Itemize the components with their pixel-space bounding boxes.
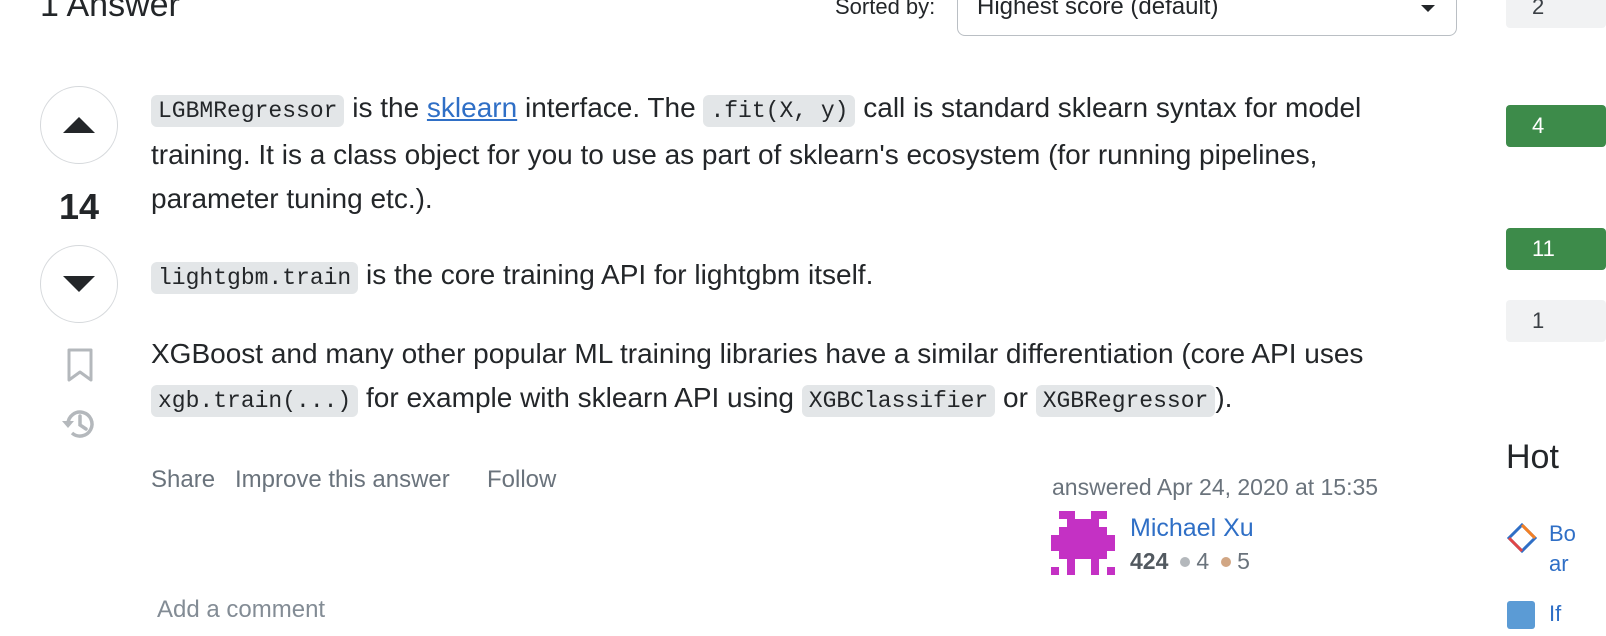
linked-question-score[interactable]: 2 [1506,0,1606,28]
inline-code: LGBMRegressor [151,95,345,127]
user-reputation: 424 4 5 [1130,548,1250,575]
bronze-badge-icon [1221,556,1232,567]
history-icon[interactable] [60,405,98,443]
hot-question-link[interactable]: If [1549,601,1561,627]
vote-score: 14 [58,186,100,227]
sklearn-link[interactable]: sklearn [427,92,517,123]
answers-count-heading: 1 Answer [40,0,180,24]
answer-body: LGBMRegressor is the sklearn interface. … [151,86,1431,455]
sort-select-value: Highest score (default) [977,0,1219,20]
sort-select[interactable]: Highest score (default) [957,0,1457,36]
hot-questions-heading: Hot [1506,438,1559,476]
linked-question-score[interactable]: 4 [1506,105,1606,147]
follow-link[interactable]: Follow [487,466,556,494]
upvote-button[interactable] [40,86,118,164]
text: is the core training API for lightgbm it… [358,259,874,290]
downvote-button[interactable] [40,245,118,323]
sorted-by-label: Sorted by: [835,0,936,19]
downvote-arrow-icon [63,276,95,292]
answer-paragraph-2: lightgbm.train is the core training API … [151,253,1431,300]
user-name-link[interactable]: Michael Xu [1130,514,1254,543]
inline-code: XGBClassifier [801,385,996,417]
site-icon [1507,523,1537,553]
site-icon [1507,601,1535,629]
inline-code: XGBRegressor [1035,385,1216,417]
reputation-score: 424 [1130,548,1169,574]
silver-badge-count: 4 [1196,548,1210,574]
silver-badge-icon [1180,556,1191,567]
text: interface. The [517,92,704,123]
text: is the [344,92,427,123]
inline-code: xgb.train(...) [151,385,359,417]
avatar-identicon[interactable] [1051,511,1115,575]
text: ). [1215,382,1233,413]
sort-arrows-icon [1421,5,1435,12]
answer-paragraph-3: XGBoost and many other popular ML traini… [151,332,1431,423]
bronze-badge-count: 5 [1237,548,1250,574]
answered-timestamp: answered Apr 24, 2020 at 15:35 [1052,474,1379,500]
share-link[interactable]: Share [151,466,215,494]
linked-question-score[interactable]: 11 [1506,228,1606,270]
text: XGBoost and many other popular ML traini… [151,338,1364,369]
hot-question-link[interactable]: Bo [1549,521,1576,547]
improve-answer-link[interactable]: Improve this answer [235,466,450,494]
inline-code: .fit(X, y) [703,95,856,127]
answer-paragraph-1: LGBMRegressor is the sklearn interface. … [151,86,1431,221]
upvote-arrow-icon [63,117,95,133]
linked-question-score[interactable]: 1 [1506,300,1606,342]
inline-code: lightgbm.train [151,262,359,294]
bookmark-icon[interactable] [66,348,94,382]
add-comment-link[interactable]: Add a comment [157,596,325,624]
text: for example with sklearn API using [358,382,802,413]
text: or [995,382,1036,413]
hot-question-link[interactable]: ar [1549,551,1569,577]
